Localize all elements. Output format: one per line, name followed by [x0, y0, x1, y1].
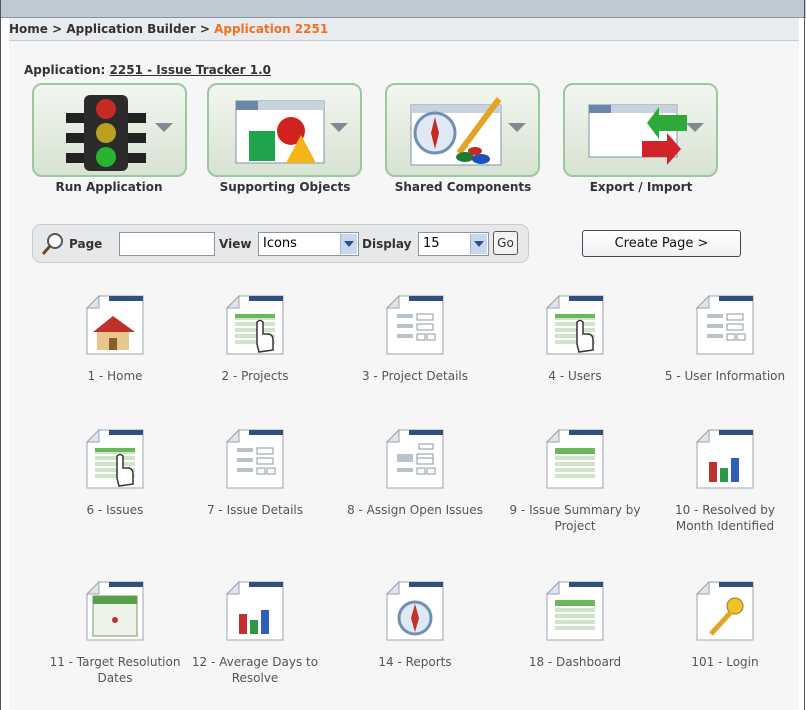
display-select-value: 15	[423, 236, 440, 251]
page-item-label[interactable]: 3 - Project Details	[345, 368, 485, 384]
page-item[interactable]: 12 - Average Days to Resolve	[185, 580, 325, 686]
page-item-label[interactable]: 8 - Assign Open Issues	[345, 502, 485, 518]
form-page-icon[interactable]	[225, 428, 285, 490]
application-link[interactable]: 2251 - Issue Tracker 1.0	[110, 63, 272, 77]
page-search-input[interactable]	[119, 232, 215, 256]
chart-page-icon[interactable]	[695, 428, 755, 490]
page-item-label[interactable]: 9 - Issue Summary by Project	[505, 502, 645, 534]
page-item-label[interactable]: 6 - Issues	[45, 502, 185, 518]
chevron-down-icon[interactable]	[686, 123, 704, 132]
chevron-down-icon[interactable]	[470, 234, 487, 254]
page-item[interactable]: 9 - Issue Summary by Project	[505, 428, 645, 534]
page-item-label[interactable]: 4 - Users	[505, 368, 645, 384]
compass-page-icon[interactable]	[385, 580, 445, 642]
application-title: Application: 2251 - Issue Tracker 1.0	[24, 63, 271, 77]
export-import-button[interactable]	[563, 83, 718, 177]
breadcrumb-home-link[interactable]: Home	[9, 22, 48, 36]
display-select[interactable]: 15	[418, 232, 489, 256]
report-page-icon[interactable]	[85, 428, 145, 490]
chevron-down-icon[interactable]	[340, 234, 357, 254]
page-item-label[interactable]: 2 - Projects	[185, 368, 325, 384]
search-icon	[41, 233, 63, 255]
supporting-objects-label: Supporting Objects	[219, 180, 351, 194]
page-search-bar: Page View Icons Display 15 Go	[32, 224, 529, 263]
breadcrumb-separator: >	[199, 22, 210, 36]
page-item-label[interactable]: 10 - Resolved by Month Identified	[655, 502, 795, 534]
grid-page-icon[interactable]	[545, 428, 605, 490]
export-import-icon	[588, 104, 687, 165]
page-item[interactable]: 11 - Target Resolution Dates	[45, 580, 185, 686]
supporting-objects-button[interactable]	[207, 83, 362, 177]
breadcrumb-builder-link[interactable]: Application Builder	[66, 22, 195, 36]
shared-components-icon	[410, 97, 502, 166]
page-item[interactable]: 1 - Home	[45, 294, 185, 384]
page-label: Page	[69, 237, 103, 251]
report-page-icon[interactable]	[225, 294, 285, 356]
page-item[interactable]: 2 - Projects	[185, 294, 325, 384]
page-item[interactable]: 14 - Reports	[345, 580, 485, 670]
traffic-light-icon	[66, 95, 146, 171]
run-application-button[interactable]	[32, 83, 187, 177]
view-select[interactable]: Icons	[258, 232, 359, 256]
page-item[interactable]: 6 - Issues	[45, 428, 185, 518]
application-label: Application:	[24, 63, 106, 77]
page-item-label[interactable]: 1 - Home	[45, 368, 185, 384]
page-item-label[interactable]: 101 - Login	[655, 654, 795, 670]
view-select-value: Icons	[263, 236, 297, 251]
page-item-label[interactable]: 7 - Issue Details	[185, 502, 325, 518]
page-item[interactable]: 4 - Users	[505, 294, 645, 384]
create-page-button[interactable]: Create Page >	[582, 230, 741, 257]
tabular-form-page-icon[interactable]	[385, 428, 445, 490]
home-page-icon[interactable]	[85, 294, 145, 356]
page-item-label[interactable]: 14 - Reports	[345, 654, 485, 670]
go-button[interactable]: Go	[493, 231, 518, 255]
page-item-label[interactable]: 12 - Average Days to Resolve	[185, 654, 325, 686]
page-item[interactable]: 5 - User Information	[655, 294, 795, 384]
display-label: Display	[362, 237, 412, 251]
run-application-label: Run Application	[55, 180, 163, 194]
chart-page-icon[interactable]	[225, 580, 285, 642]
page-item-label[interactable]: 5 - User Information	[655, 368, 795, 384]
form-page-icon[interactable]	[695, 294, 755, 356]
page-item[interactable]: 7 - Issue Details	[185, 428, 325, 518]
view-label: View	[219, 237, 252, 251]
page-item[interactable]: 8 - Assign Open Issues	[345, 428, 485, 518]
shared-components-button[interactable]	[385, 83, 540, 177]
chevron-down-icon[interactable]	[155, 123, 173, 132]
page-item[interactable]: 101 - Login	[655, 580, 795, 670]
chevron-down-icon[interactable]	[330, 123, 348, 132]
page-item[interactable]: 18 - Dashboard	[505, 580, 645, 670]
key-page-icon[interactable]	[695, 580, 755, 642]
breadcrumb: Home > Application Builder > Application…	[9, 18, 799, 41]
chevron-down-icon[interactable]	[508, 123, 526, 132]
breadcrumb-separator: >	[52, 22, 63, 36]
export-import-label: Export / Import	[589, 180, 693, 194]
report-page-icon[interactable]	[545, 294, 605, 356]
page-item[interactable]: 3 - Project Details	[345, 294, 485, 384]
page-item-label[interactable]: 18 - Dashboard	[505, 654, 645, 670]
page-item[interactable]: 10 - Resolved by Month Identified	[655, 428, 795, 534]
breadcrumb-current: Application 2251	[214, 22, 329, 36]
shared-components-label: Shared Components	[394, 180, 532, 194]
supporting-objects-icon	[235, 100, 325, 164]
page-item-label[interactable]: 11 - Target Resolution Dates	[45, 654, 185, 686]
form-page-icon[interactable]	[385, 294, 445, 356]
calendar-page-icon[interactable]	[85, 580, 145, 642]
grid-page-icon[interactable]	[545, 580, 605, 642]
